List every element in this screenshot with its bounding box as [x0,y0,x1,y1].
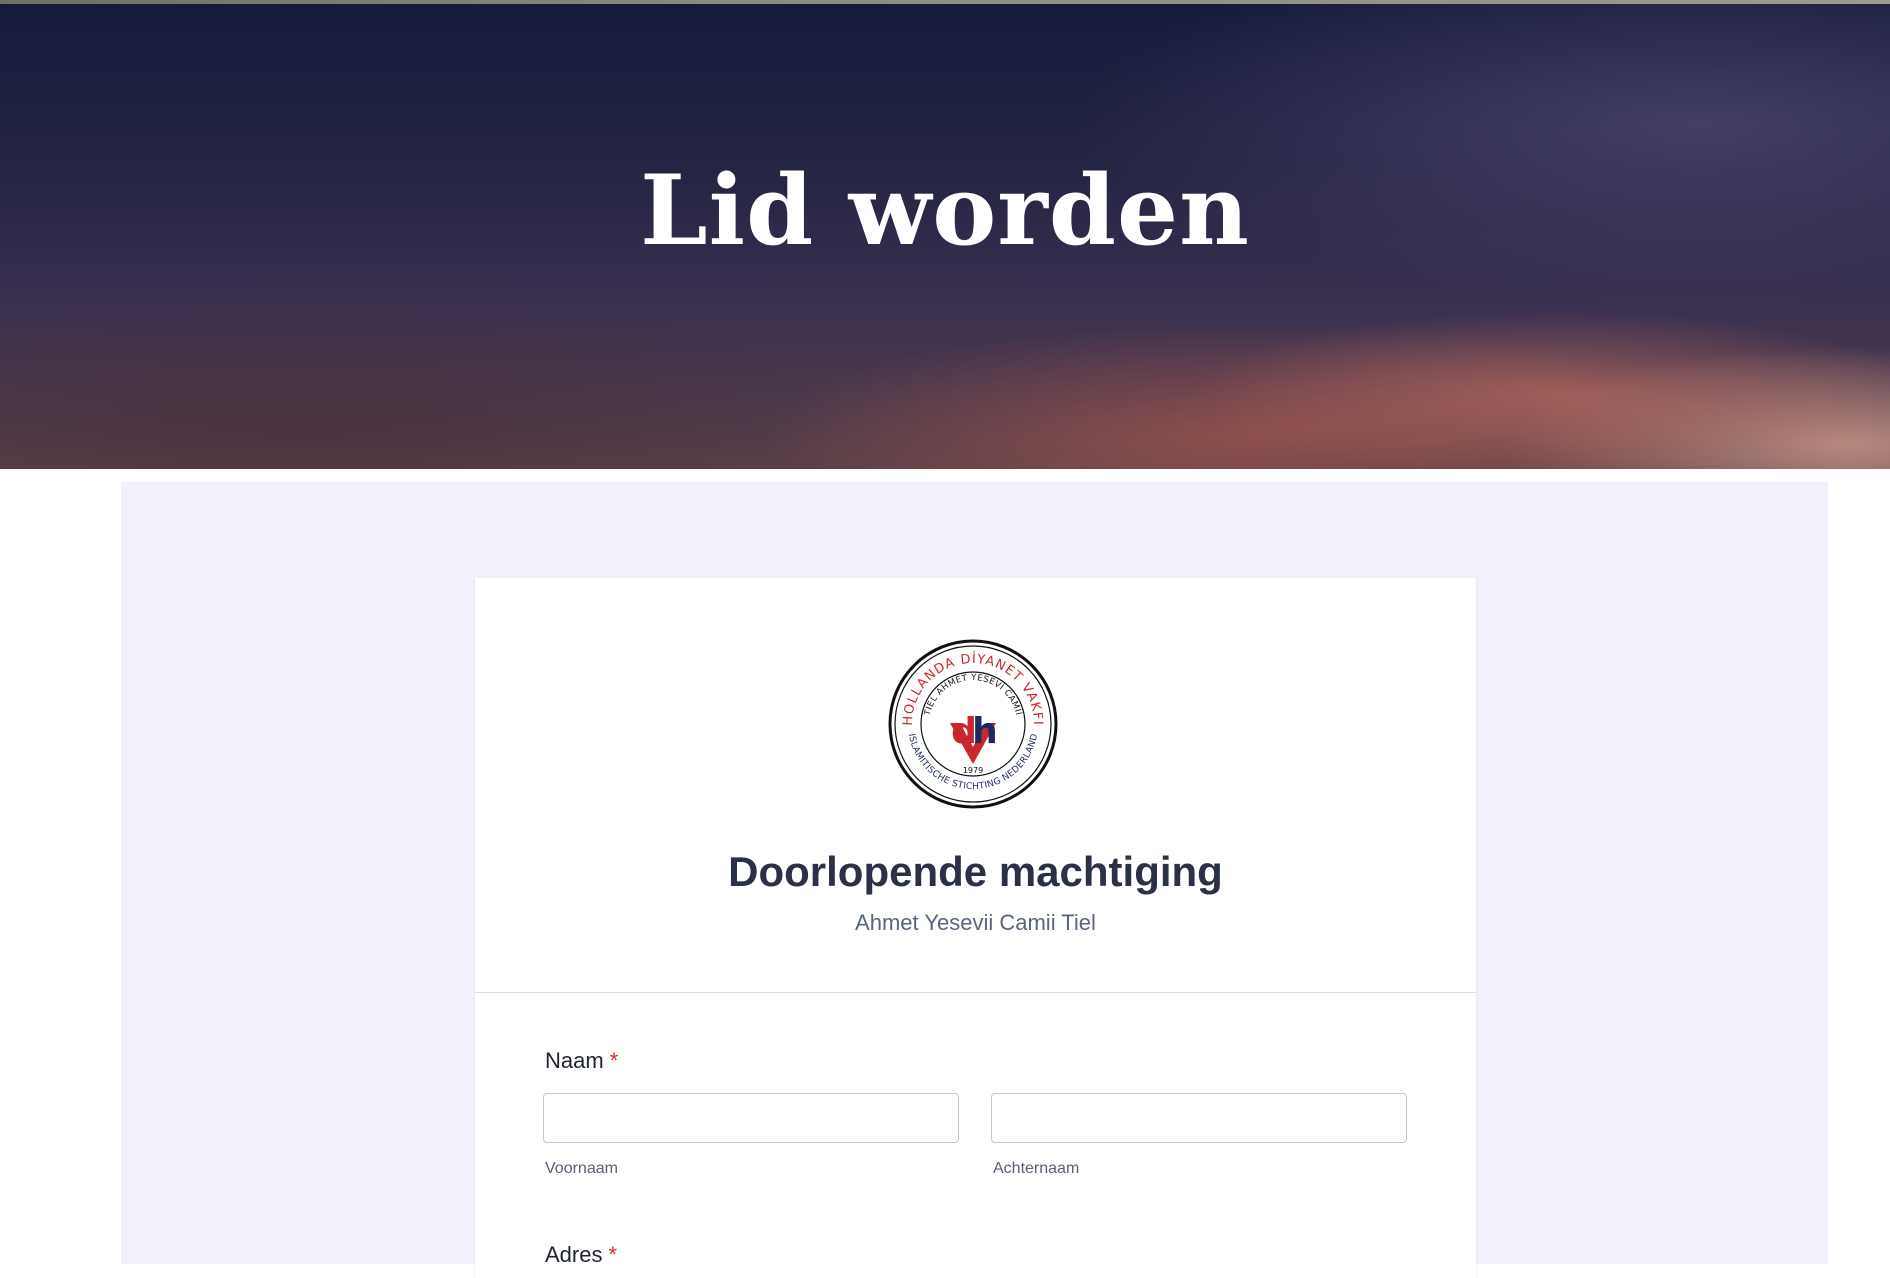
form-panel: HOLLANDA DİYANET VAKFI TIEL AHMET YESEVİ… [121,482,1828,1278]
organization-logo: HOLLANDA DİYANET VAKFI TIEL AHMET YESEVİ… [888,639,1058,809]
logo-year: 1979 [963,766,983,775]
form-title: Doorlopende machtiging [728,848,1223,895]
naam-label: Naam * [545,1048,618,1074]
adres-label: Adres * [545,1242,617,1268]
last-name-sublabel: Achternaam [993,1160,1080,1177]
first-name-input[interactable] [543,1093,959,1143]
hero-title: Lid worden [640,154,1250,267]
required-marker: * [608,1242,618,1267]
form-card: HOLLANDA DİYANET VAKFI TIEL AHMET YESEVİ… [475,578,1476,1278]
svg-text:h: h [972,711,998,752]
first-name-sublabel: Voornaam [545,1160,618,1177]
hero-banner: Lid worden [0,4,1890,469]
last-name-input[interactable] [991,1093,1407,1143]
adres-label-text: Adres [545,1242,603,1267]
form-subtitle: Ahmet Yesevii Camii Tiel [855,910,1096,935]
required-marker: * [609,1048,619,1073]
naam-label-text: Naam [545,1048,604,1073]
form-header: HOLLANDA DİYANET VAKFI TIEL AHMET YESEVİ… [475,578,1476,993]
